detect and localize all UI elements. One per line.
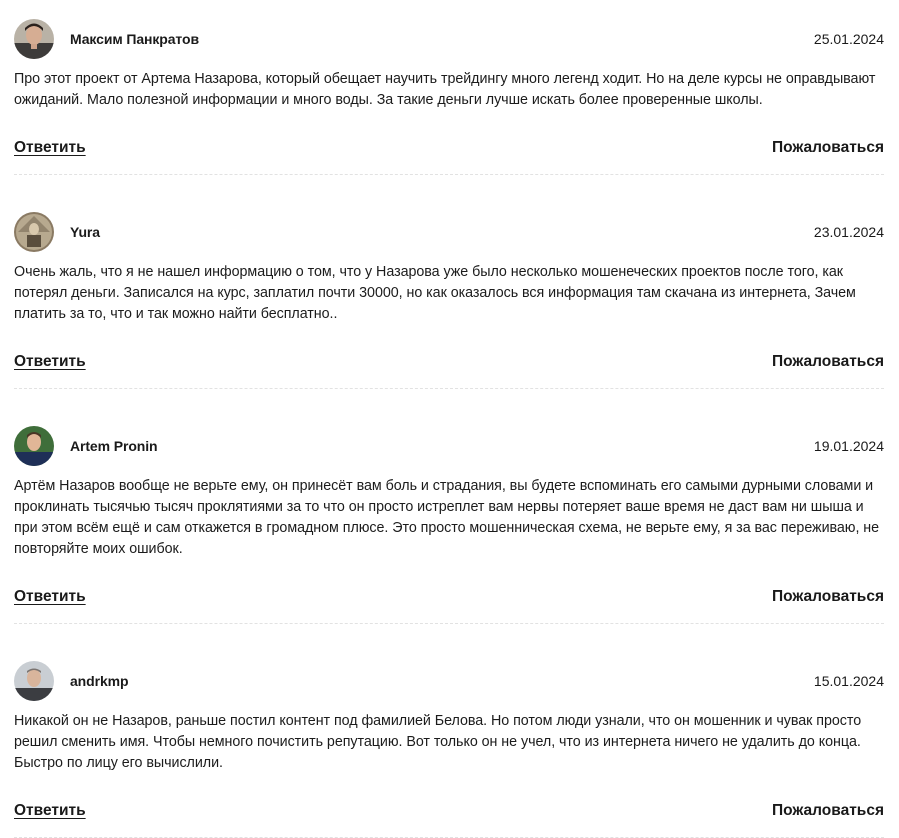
reply-link[interactable]: Ответить — [14, 353, 86, 371]
comment-item: andrkmp 15.01.2024 Никакой он не Назаров… — [14, 660, 884, 838]
comment-author: Yura — [70, 223, 100, 240]
comment-header: andrkmp 15.01.2024 — [14, 660, 884, 701]
reply-link[interactable]: Ответить — [14, 802, 86, 820]
comment-date: 23.01.2024 — [813, 224, 884, 240]
user-avatar-icon — [14, 660, 54, 701]
user-avatar-icon — [14, 18, 54, 59]
comment-item: Artem Pronin 19.01.2024 Артём Назаров во… — [14, 425, 884, 624]
comment-author: Artem Pronin — [70, 437, 158, 454]
comment-date: 15.01.2024 — [813, 673, 884, 689]
comment-header: Artem Pronin 19.01.2024 — [14, 425, 884, 466]
report-link[interactable]: Пожаловаться — [772, 139, 884, 157]
comment-actions: Ответить Пожаловаться — [14, 585, 884, 609]
comment-header: Yura 23.01.2024 — [14, 211, 884, 252]
comment-actions: Ответить Пожаловаться — [14, 799, 884, 823]
comment-header: Максим Панкратов 25.01.2024 — [14, 18, 884, 59]
comment-text: Про этот проект от Артема Назарова, кото… — [14, 71, 876, 108]
comment-author: andrkmp — [70, 672, 129, 689]
reply-link[interactable]: Ответить — [14, 588, 86, 606]
user-avatar-icon — [14, 425, 54, 466]
comment-text: Никакой он не Назаров, раньше постил кон… — [14, 713, 862, 771]
comment-item: Yura 23.01.2024 Очень жаль, что я не наш… — [14, 211, 884, 389]
user-avatar-icon — [14, 211, 54, 252]
comment-item: Максим Панкратов 25.01.2024 Про этот про… — [14, 18, 884, 175]
comment-text: Очень жаль, что я не нашел информацию о … — [14, 264, 856, 322]
comment-date: 19.01.2024 — [813, 438, 884, 454]
comment-author: Максим Панкратов — [70, 30, 199, 47]
comment-actions: Ответить Пожаловаться — [14, 136, 884, 160]
comment-actions: Ответить Пожаловаться — [14, 350, 884, 374]
comment-date: 25.01.2024 — [813, 31, 884, 47]
report-link[interactable]: Пожаловаться — [772, 802, 884, 820]
reply-link[interactable]: Ответить — [14, 139, 86, 157]
comments-list: Максим Панкратов 25.01.2024 Про этот про… — [14, 18, 884, 838]
report-link[interactable]: Пожаловаться — [772, 588, 884, 606]
report-link[interactable]: Пожаловаться — [772, 353, 884, 371]
comment-text: Артём Назаров вообще не верьте ему, он п… — [14, 478, 880, 557]
